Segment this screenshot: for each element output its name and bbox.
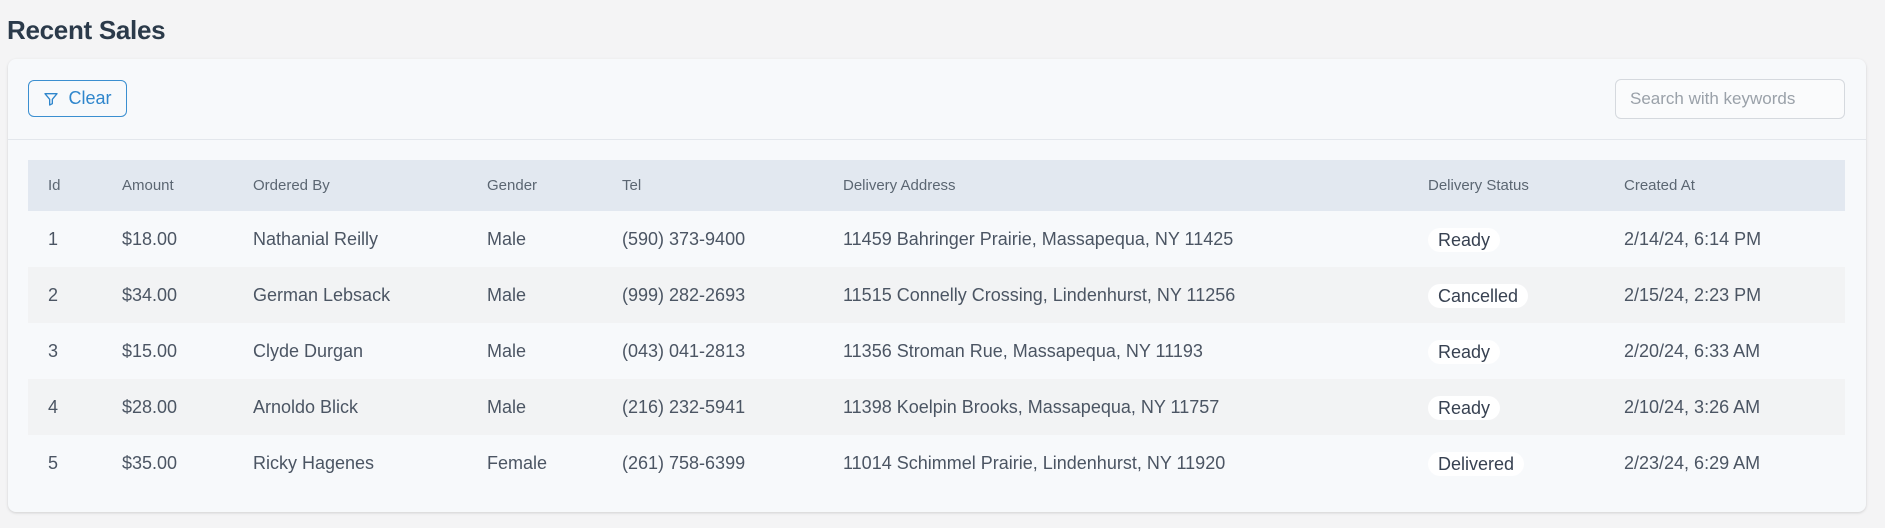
status-badge: Ready [1428, 396, 1501, 421]
table-row[interactable]: 4 $28.00 Arnoldo Blick Male (216) 232-59… [28, 379, 1845, 435]
cell-delivery-address: 11459 Bahringer Prairie, Massapequa, NY … [843, 229, 1234, 249]
cell-delivery-address: 11356 Stroman Rue, Massapequa, NY 11193 [843, 341, 1203, 361]
status-badge: Ready [1428, 228, 1501, 253]
cell-tel: (043) 041-2813 [622, 341, 746, 361]
column-header-id[interactable]: Id [48, 160, 61, 211]
cell-created-at: 2/15/24, 2:23 PM [1624, 285, 1762, 305]
cell-amount: $35.00 [122, 453, 178, 473]
cell-tel: (590) 373-9400 [622, 229, 746, 249]
cell-amount: $28.00 [122, 397, 178, 417]
clear-button-label: Clear [68, 88, 112, 108]
cell-created-at: 2/20/24, 6:33 AM [1624, 341, 1761, 361]
cell-tel: (261) 758-6399 [622, 453, 746, 473]
cell-delivery-address: 11398 Koelpin Brooks, Massapequa, NY 117… [843, 397, 1220, 417]
filter-icon [43, 91, 59, 107]
cell-delivery-status: Delivered [1428, 435, 1525, 491]
cell-tel: (999) 282-2693 [622, 285, 746, 305]
status-badge: Delivered [1428, 452, 1525, 477]
cell-ordered-by: Clyde Durgan [253, 341, 364, 361]
column-header-delivery-status[interactable]: Delivery Status [1428, 160, 1529, 211]
column-header-amount[interactable]: Amount [122, 160, 174, 211]
cell-delivery-status: Cancelled [1428, 267, 1529, 323]
cell-delivery-status: Ready [1428, 379, 1501, 435]
cell-id: 5 [48, 453, 59, 473]
cell-created-at: 2/23/24, 6:29 AM [1624, 453, 1761, 473]
table-toolbar: Clear [8, 59, 1866, 140]
column-header-delivery-address[interactable]: Delivery Address [843, 160, 956, 211]
search-input[interactable] [1615, 79, 1845, 119]
cell-delivery-status: Ready [1428, 211, 1501, 267]
sales-card: Clear Id Amount Ordered By Gender Tel De… [8, 59, 1866, 512]
column-header-gender[interactable]: Gender [487, 160, 537, 211]
cell-delivery-address: 11014 Schimmel Prairie, Lindenhurst, NY … [843, 453, 1226, 473]
cell-amount: $18.00 [122, 229, 178, 249]
cell-id: 4 [48, 397, 59, 417]
cell-amount: $34.00 [122, 285, 178, 305]
sales-table: Id Amount Ordered By Gender Tel Delivery… [28, 160, 1845, 491]
cell-gender: Female [487, 453, 548, 473]
cell-gender: Male [487, 397, 527, 417]
cell-tel: (216) 232-5941 [622, 397, 746, 417]
table-row[interactable]: 1 $18.00 Nathanial Reilly Male (590) 373… [28, 211, 1845, 267]
column-header-tel[interactable]: Tel [622, 160, 641, 211]
column-header-ordered-by[interactable]: Ordered By [253, 160, 330, 211]
status-badge: Cancelled [1428, 284, 1529, 309]
clear-filter-button[interactable]: Clear [28, 80, 127, 117]
table-header: Id Amount Ordered By Gender Tel Delivery… [28, 160, 1845, 211]
cell-delivery-address: 11515 Connelly Crossing, Lindenhurst, NY… [843, 285, 1236, 305]
cell-ordered-by: Nathanial Reilly [253, 229, 379, 249]
cell-id: 1 [48, 229, 59, 249]
cell-id: 3 [48, 341, 59, 361]
column-header-created-at[interactable]: Created At [1624, 160, 1695, 211]
cell-id: 2 [48, 285, 59, 305]
cell-created-at: 2/10/24, 3:26 AM [1624, 397, 1761, 417]
table-row[interactable]: 5 $35.00 Ricky Hagenes Female (261) 758-… [28, 435, 1845, 491]
cell-ordered-by: Ricky Hagenes [253, 453, 375, 473]
cell-amount: $15.00 [122, 341, 178, 361]
cell-ordered-by: German Lebsack [253, 285, 391, 305]
table-row[interactable]: 2 $34.00 German Lebsack Male (999) 282-2… [28, 267, 1845, 323]
status-badge: Ready [1428, 340, 1501, 365]
cell-delivery-status: Ready [1428, 323, 1501, 379]
page-title: Recent Sales [7, 15, 166, 45]
cell-gender: Male [487, 229, 527, 249]
cell-created-at: 2/14/24, 6:14 PM [1624, 229, 1762, 249]
cell-gender: Male [487, 341, 527, 361]
table-row[interactable]: 3 $15.00 Clyde Durgan Male (043) 041-281… [28, 323, 1845, 379]
cell-gender: Male [487, 285, 527, 305]
cell-ordered-by: Arnoldo Blick [253, 397, 359, 417]
